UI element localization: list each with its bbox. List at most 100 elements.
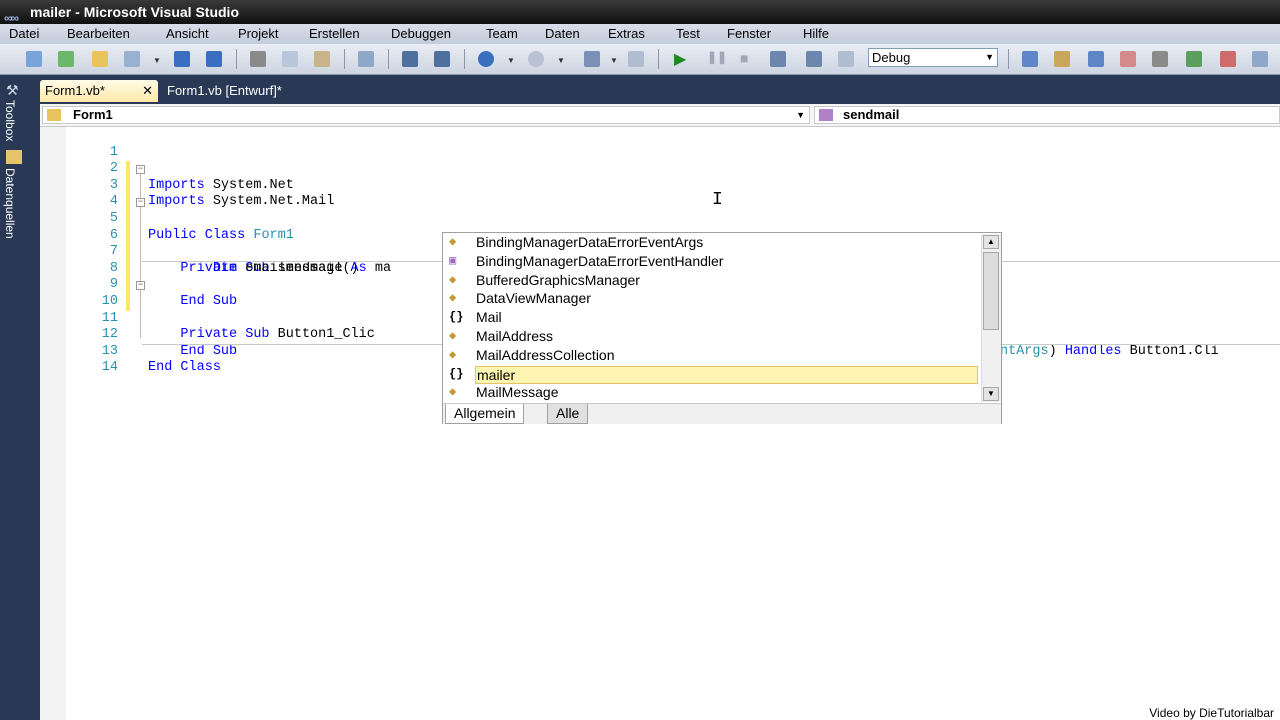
menu-team[interactable]: Team bbox=[486, 26, 518, 41]
menu-hilfe[interactable]: Hilfe bbox=[803, 26, 829, 41]
code-line: 4 bbox=[40, 178, 1280, 228]
collapse-toggle-icon[interactable]: − bbox=[136, 165, 145, 175]
delegate-icon: ▣ bbox=[449, 253, 457, 268]
comment-icon[interactable] bbox=[402, 51, 418, 67]
menu-fenster[interactable]: Fenster bbox=[727, 26, 771, 41]
uncomment-icon[interactable] bbox=[434, 51, 450, 67]
toolbar-separator bbox=[658, 49, 659, 69]
toolbox-side-tab[interactable]: Toolbox bbox=[3, 100, 17, 141]
tab-form1-vb[interactable]: Form1.vb* ✕ bbox=[40, 80, 158, 102]
completion-item[interactable]: {} Mail bbox=[445, 308, 977, 327]
add-item-icon[interactable] bbox=[58, 51, 74, 67]
code-line: 3 − Public Class Form1 bbox=[40, 161, 1280, 243]
menu-datei[interactable]: Datei bbox=[9, 26, 39, 41]
scroll-down-icon[interactable]: ▼ bbox=[983, 387, 999, 401]
undo-icon[interactable] bbox=[478, 51, 494, 67]
class-icon: ◆ bbox=[449, 329, 457, 343]
database-icon[interactable] bbox=[6, 150, 22, 164]
navigate-backward-icon[interactable] bbox=[584, 51, 600, 67]
scrollbar-thumb[interactable] bbox=[983, 252, 999, 330]
toolbar-separator bbox=[236, 49, 237, 69]
menu-projekt[interactable]: Projekt bbox=[238, 26, 278, 41]
properties-icon[interactable] bbox=[1054, 51, 1070, 67]
redo-icon[interactable] bbox=[528, 51, 544, 67]
code-line: 1 Imports System.Net bbox=[40, 128, 1280, 193]
completion-item[interactable]: ◆ MailAddressCollection bbox=[445, 346, 977, 365]
navigate-forward-icon[interactable] bbox=[628, 51, 644, 67]
class-icon: ◆ bbox=[449, 272, 457, 287]
open-file-icon[interactable] bbox=[92, 51, 108, 67]
chevron-down-icon: ▼ bbox=[796, 110, 805, 120]
step-out-icon[interactable] bbox=[838, 51, 854, 67]
window-title: mailer - Microsoft Visual Studio bbox=[30, 4, 240, 20]
collapse-toggle-icon[interactable]: − bbox=[136, 198, 145, 208]
step-over-icon[interactable] bbox=[806, 51, 822, 67]
menu-extras[interactable]: Extras bbox=[608, 26, 645, 41]
completion-item[interactable]: ▣ BindingManagerDataErrorEventHandler bbox=[445, 252, 977, 271]
completion-item[interactable]: ◆ BufferedGraphicsManager bbox=[445, 271, 977, 290]
method-icon bbox=[819, 109, 833, 121]
document-tabs: Form1.vb* ✕ Form1.vb [Entwurf]* bbox=[40, 78, 1280, 102]
code-line: 2 Imports System.Net.Mail bbox=[40, 145, 1280, 209]
chevron-down-icon[interactable]: ▼ bbox=[153, 56, 161, 65]
chevron-down-icon[interactable]: ▼ bbox=[610, 56, 618, 65]
start-page-icon[interactable] bbox=[1220, 51, 1236, 67]
tab-allgemein[interactable]: Allgemein bbox=[445, 404, 525, 424]
datasources-side-tab[interactable]: Datenquellen bbox=[3, 168, 17, 239]
wrench-icon[interactable]: ⚒ bbox=[6, 82, 22, 98]
pause-icon[interactable]: ❚❚ bbox=[707, 50, 727, 64]
toolbar-separator bbox=[464, 49, 465, 69]
collapse-toggle-icon[interactable]: − bbox=[136, 281, 145, 291]
start-debugging-icon[interactable]: ▶ bbox=[674, 49, 686, 69]
object-browser-icon[interactable] bbox=[1088, 51, 1104, 67]
save-all-icon[interactable] bbox=[206, 51, 222, 67]
chevron-down-icon: ▼ bbox=[985, 52, 994, 62]
chevron-down-icon[interactable]: ▼ bbox=[507, 56, 515, 65]
menu-bearbeiten[interactable]: Bearbeiten bbox=[67, 26, 130, 41]
namespace-icon: {} bbox=[449, 310, 464, 325]
class-icon: ◆ bbox=[449, 235, 457, 249]
solution-configuration-value: Debug bbox=[872, 50, 911, 65]
completion-item[interactable]: ◆ MailMessage bbox=[445, 383, 977, 402]
cut-icon[interactable] bbox=[250, 51, 266, 67]
class-select-value: Form1 bbox=[73, 107, 113, 122]
completion-item-selected[interactable]: {} mailer bbox=[445, 365, 978, 384]
menu-debuggen[interactable]: Debuggen bbox=[391, 26, 451, 41]
chevron-down-icon[interactable]: ▼ bbox=[557, 56, 565, 65]
member-select-value: sendmail bbox=[843, 107, 900, 122]
step-into-icon[interactable] bbox=[770, 51, 786, 67]
toolbox-window-icon[interactable] bbox=[1120, 51, 1136, 67]
scroll-up-icon[interactable]: ▲ bbox=[983, 235, 999, 249]
member-select[interactable]: sendmail bbox=[814, 106, 1280, 124]
add-new-item-icon[interactable] bbox=[124, 51, 140, 67]
stop-icon[interactable]: ■ bbox=[740, 50, 748, 66]
completion-item[interactable]: ◆ DataViewManager bbox=[445, 289, 977, 308]
completion-item[interactable]: ◆ BindingManagerDataErrorEventArgs bbox=[445, 233, 977, 252]
command-window-icon[interactable] bbox=[1252, 51, 1268, 67]
toolbar-separator bbox=[344, 49, 345, 69]
solution-explorer-icon[interactable] bbox=[1022, 51, 1038, 67]
paste-icon[interactable] bbox=[314, 51, 330, 67]
menu-daten[interactable]: Daten bbox=[545, 26, 580, 41]
video-watermark: Video by DieTutorialbar bbox=[1149, 706, 1274, 720]
menu-erstellen[interactable]: Erstellen bbox=[309, 26, 360, 41]
intellisense-completion-list[interactable]: ◆ BindingManagerDataErrorEventArgs ▣ Bin… bbox=[442, 232, 1002, 424]
class-select[interactable]: Form1 ▼ bbox=[42, 106, 810, 124]
completion-scrollbar[interactable]: ▲ ▼ bbox=[981, 234, 1001, 402]
menu-ansicht[interactable]: Ansicht bbox=[166, 26, 209, 41]
copy-icon[interactable] bbox=[282, 51, 298, 67]
tools-icon[interactable] bbox=[1152, 51, 1168, 67]
completion-filter-tabs: Allgemein Alle bbox=[443, 403, 1001, 424]
completion-item[interactable]: ◆ MailAddress bbox=[445, 327, 977, 346]
tab-alle[interactable]: Alle bbox=[547, 404, 589, 424]
menu-test[interactable]: Test bbox=[676, 26, 700, 41]
close-icon[interactable]: ✕ bbox=[142, 80, 153, 102]
tab-form1-designer[interactable]: Form1.vb [Entwurf]* bbox=[162, 80, 362, 102]
find-in-files-icon[interactable] bbox=[358, 51, 374, 67]
class-icon: ◆ bbox=[449, 347, 457, 362]
new-project-icon[interactable] bbox=[26, 51, 42, 67]
save-icon[interactable] bbox=[174, 51, 190, 67]
extension-icon[interactable] bbox=[1186, 51, 1202, 67]
solution-configuration-select[interactable]: Debug ▼ bbox=[868, 48, 998, 67]
class-icon bbox=[47, 109, 61, 121]
